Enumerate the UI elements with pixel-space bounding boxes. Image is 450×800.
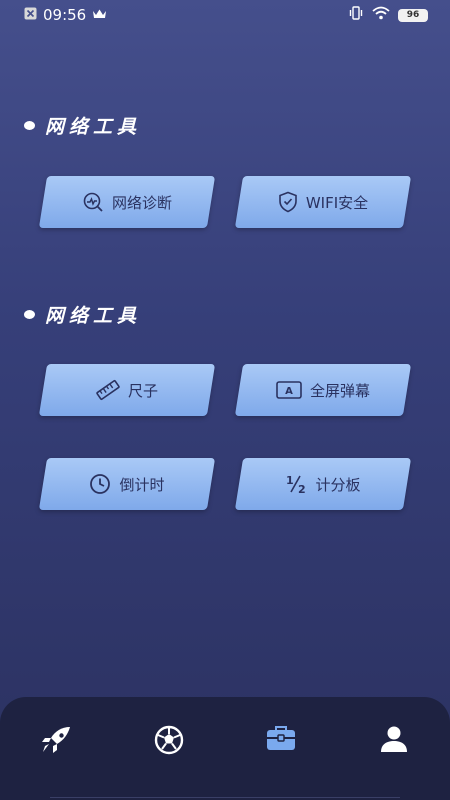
- nav-item-toolbox[interactable]: [225, 697, 338, 755]
- bullet-dot: [24, 310, 35, 319]
- ruler-icon: [96, 379, 120, 401]
- nav-item-rocket[interactable]: [0, 697, 113, 759]
- ruler-button[interactable]: 尺子: [38, 364, 216, 416]
- barrage-icon: A: [276, 381, 302, 399]
- status-bar: 09:56 96: [0, 0, 450, 30]
- status-time: 09:56: [43, 6, 87, 24]
- network-diagnosis-button[interactable]: 网络诊断: [38, 176, 216, 228]
- svg-text:2: 2: [298, 483, 306, 495]
- wifi-security-button[interactable]: WIFI安全: [234, 176, 412, 228]
- fullscreen-barrage-label: 全屏弹幕: [309, 381, 370, 400]
- countdown-button[interactable]: 倒计时: [38, 458, 216, 510]
- scoreboard-label: 计分板: [315, 475, 361, 494]
- status-left: 09:56: [24, 6, 107, 24]
- svg-text:A: A: [285, 386, 293, 397]
- nav-item-soccer[interactable]: [113, 697, 226, 759]
- countdown-label: 倒计时: [119, 475, 165, 494]
- toolbox-icon: [266, 725, 296, 755]
- shield-icon: [278, 191, 298, 213]
- section-title-text: 网络工具: [45, 116, 142, 138]
- scoreboard-button[interactable]: 12 计分板: [234, 458, 412, 510]
- rocket-icon: [40, 725, 72, 759]
- clock-icon: [89, 473, 111, 495]
- status-right: 96: [348, 6, 428, 24]
- wifi-icon: [372, 6, 390, 24]
- ruler-label: 尺子: [127, 381, 158, 400]
- fullscreen-barrage-button[interactable]: A 全屏弹幕: [234, 364, 412, 416]
- crown-icon: [92, 6, 107, 24]
- section-title-network-tools-1: 网络工具: [24, 112, 141, 139]
- network-diagnosis-label: 网络诊断: [111, 193, 172, 212]
- bullet-dot: [24, 121, 35, 130]
- network-diagnosis-icon: [82, 191, 104, 213]
- bottom-navigation: [0, 697, 450, 800]
- wifi-security-label: WIFI安全: [305, 193, 369, 212]
- section-title-text: 网络工具: [45, 305, 142, 327]
- svg-text:1: 1: [286, 474, 294, 487]
- section-title-network-tools-2: 网络工具: [24, 301, 141, 328]
- nav-item-profile[interactable]: [338, 697, 450, 757]
- vibrate-icon: [348, 6, 364, 24]
- person-icon: [380, 725, 408, 757]
- half-icon: 12: [285, 473, 307, 495]
- battery-indicator: 96: [398, 8, 428, 22]
- soccer-ball-icon: [154, 725, 184, 759]
- notification-close-icon: [24, 6, 37, 24]
